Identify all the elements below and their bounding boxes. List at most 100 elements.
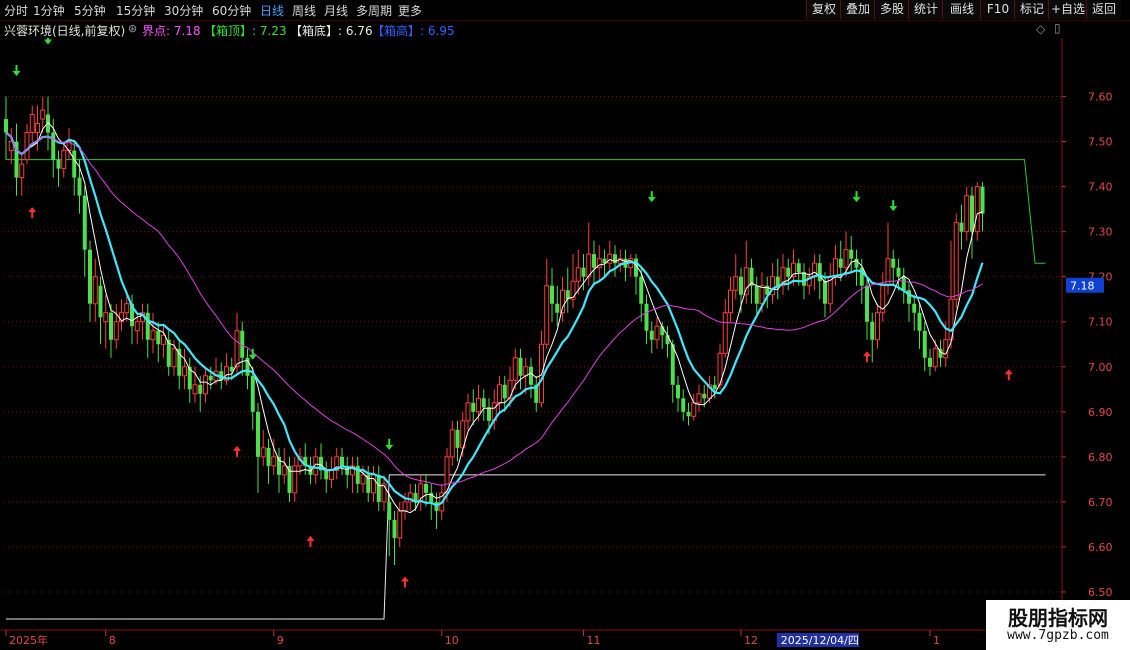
candle-body [192,384,198,395]
candle-body [471,402,476,412]
y-tick-label: 7.50 [1088,136,1113,149]
candle-body [134,321,140,332]
candle-body [696,393,702,404]
candle-body [870,321,875,340]
period-more[interactable]: 更多 [398,2,422,19]
watermark-url: www.7gpzb.com [1007,628,1109,643]
candle-body [103,312,109,323]
candle-body [912,303,917,313]
candle-body [953,222,959,300]
candle-body [124,303,130,314]
fuquan-button[interactable]: 复权 [806,0,841,19]
sell-down-arrow [12,65,21,77]
candle-body [77,177,82,196]
candle-body [712,384,717,390]
y-tick-label: 7.00 [1088,361,1113,374]
y-tick-label: 7.10 [1088,316,1113,329]
candle-body [812,262,817,278]
candle-body [287,465,292,493]
period-weekly[interactable]: 周线 [292,2,316,19]
candle-body [171,348,177,368]
candle-body [203,375,208,395]
period-fenshi[interactable]: 分时 [4,2,28,19]
candle-body [654,325,660,341]
candle-body [691,402,697,417]
candlestick-chart: 6.506.606.706.806.907.007.107.207.307.40… [0,38,1130,650]
dropdown-icon[interactable]: ⊛ [128,22,137,35]
candle-body [743,267,749,296]
candle-body [51,132,56,160]
candle-body [959,222,964,232]
diejia-button[interactable]: 叠加 [840,0,875,19]
candle-body [544,285,550,345]
y-tick-label: 6.90 [1088,406,1113,419]
candle-body [843,249,849,269]
period-monthly[interactable]: 月线 [324,2,348,19]
watermark-title: 股朋指标网 [1008,606,1108,630]
candle-body [465,402,471,422]
period-15min[interactable]: 15分钟 [116,2,155,19]
candle-body [581,267,586,277]
ma10-line [5,131,984,507]
candle-body [928,357,932,367]
candle-body [849,249,854,259]
panel-toggle-icon[interactable]: ▯ [1054,21,1061,35]
period-multi[interactable]: 多周期 [356,2,392,19]
ma5-line [5,121,983,514]
candle-body [56,159,61,169]
candle-body [759,285,765,305]
candle-body [964,195,970,233]
candle-body [29,114,35,134]
candle-body [455,429,460,448]
candle-body [865,285,869,322]
candle-body [292,465,298,494]
fanhui-button[interactable]: 返回 [1086,0,1121,19]
period-60min[interactable]: 60分钟 [212,2,251,19]
add-favorite-button[interactable]: +自选 [1048,0,1087,19]
candle-body [512,357,518,381]
candle-body [376,474,381,502]
huaxian-button[interactable]: 画线 [942,0,981,19]
candle-body [702,393,707,399]
candle-body [19,163,25,179]
candle-body [833,258,838,278]
box-boundary-line [6,474,1046,620]
ma30-line [5,132,983,486]
period-1min[interactable]: 1分钟 [33,2,65,19]
candle-body [61,150,67,170]
sell-down-arrow [647,191,656,203]
period-30min[interactable]: 30分钟 [164,2,203,19]
candle-body [518,357,523,376]
candle-body [575,267,581,282]
cursor-date-label: 2025/12/04/四 [781,634,859,647]
buy-up-arrow [863,351,871,363]
candle-body [40,109,46,120]
tongji-button[interactable]: 统计 [908,0,943,19]
candle-body [901,276,906,291]
candle-body [639,276,644,304]
duogu-button[interactable]: 多股 [874,0,909,19]
candle-body [266,447,271,466]
candle-body [875,312,880,341]
candle-body [360,474,366,485]
toolbar: 分时 1分钟 5分钟 15分钟 30分钟 60分钟 日线 周线 月线 多周期 更… [0,0,1130,21]
candle-body [497,384,502,404]
period-daily[interactable]: 日线 [260,2,284,19]
y-tick-label: 7.60 [1088,91,1113,104]
candle-body [109,312,113,340]
period-5min[interactable]: 5分钟 [74,2,106,19]
candle-body [256,411,260,457]
y-tick-label: 6.70 [1088,496,1113,509]
diamond-icon[interactable]: ◇ [1036,22,1045,36]
biaoji-button[interactable]: 标记 [1014,0,1049,19]
candle-body [523,366,529,377]
candle-body [649,330,654,340]
y-tick-label: 6.50 [1088,586,1113,599]
candle-body [607,253,613,264]
f10-button[interactable]: F10 [980,0,1015,19]
candle-body [371,474,376,494]
candle-body [681,398,686,412]
candle-body [387,501,392,520]
candle-body [754,285,759,304]
candle-body [775,276,780,286]
